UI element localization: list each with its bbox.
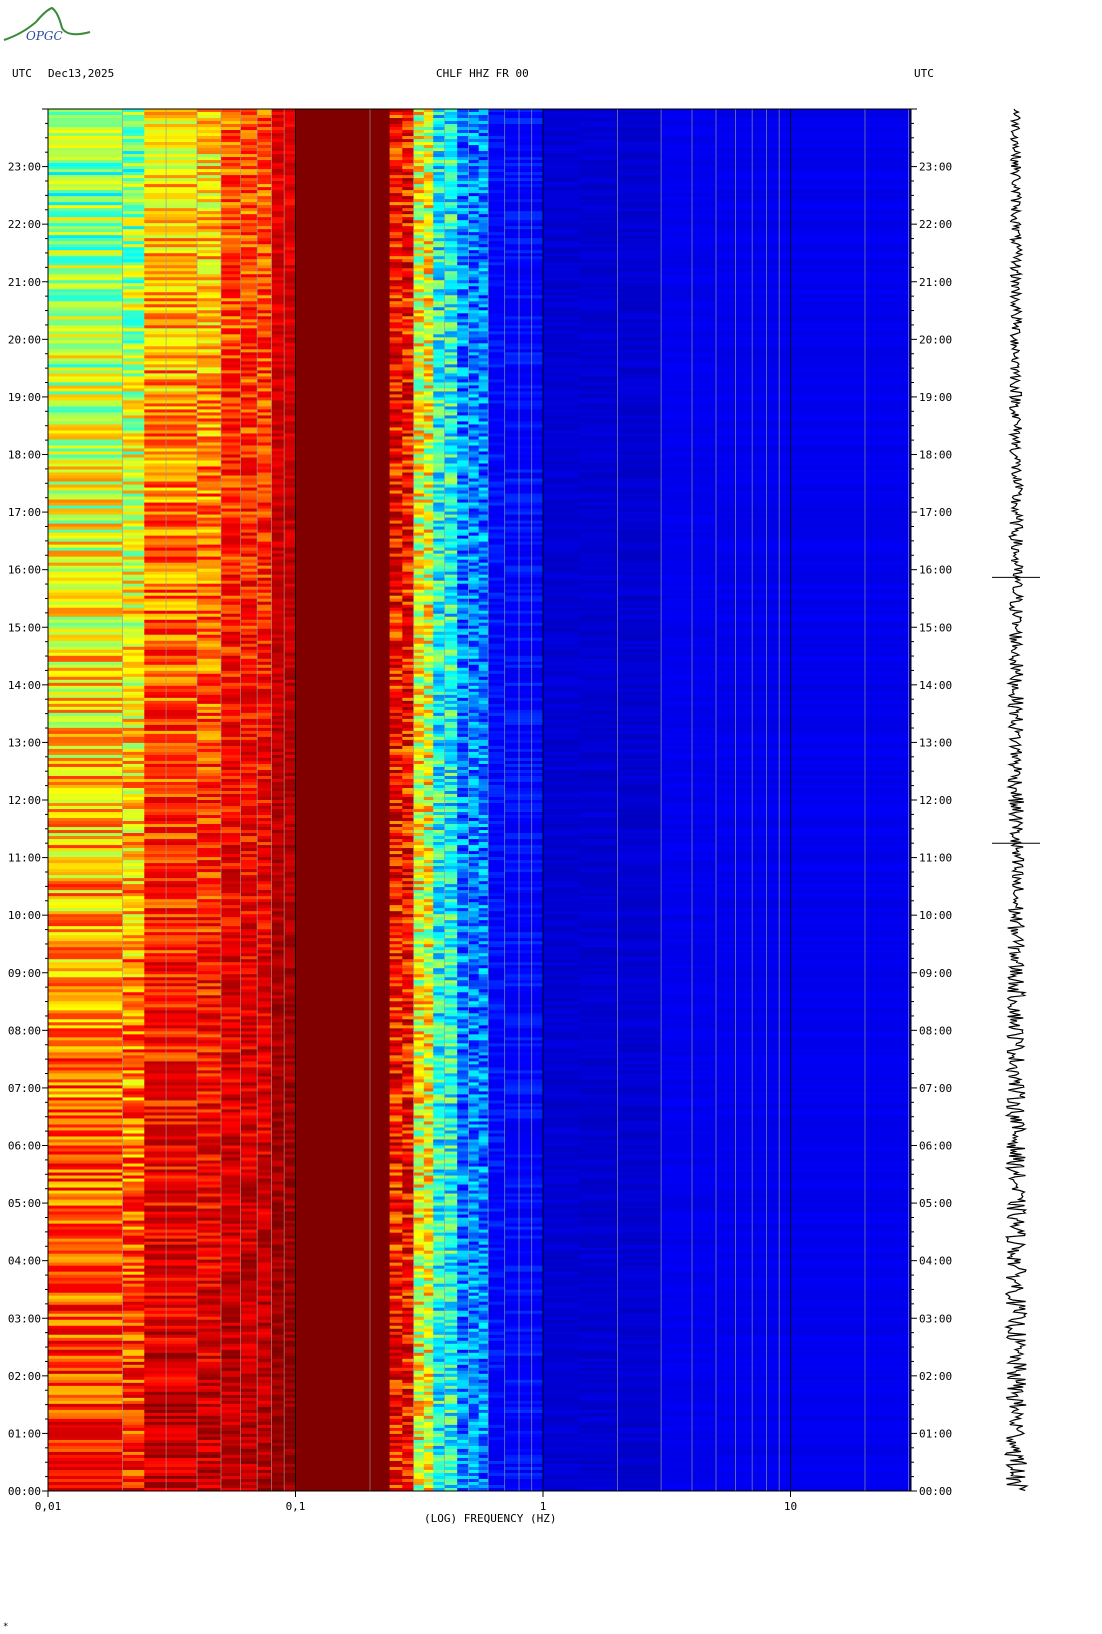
y-tick-label-left: 10:00 [8,909,41,922]
x-tick-label: 10 [784,1500,797,1513]
x-tick-label: 0,01 [35,1500,62,1513]
y-tick-label-right: 04:00 [919,1255,952,1268]
y-tick-label-left: 21:00 [8,276,41,289]
y-tick-label-right: 19:00 [919,391,952,404]
y-tick-label-left: 00:00 [8,1485,41,1498]
x-axis-label: (LOG) FREQUENCY (HZ) [424,1512,557,1525]
y-tick-label-right: 23:00 [919,161,952,174]
y-tick-label-left: 11:00 [8,852,41,865]
y-tick-label-left: 09:00 [8,967,41,980]
spectrogram-chart: 00:00 00:00 01:00 01:00 02:00 02:00 03:00 03:00… [8,108,1040,1513]
y-tick-label-right: 20:00 [919,333,952,346]
y-tick-label-right: 02:00 [919,1370,952,1383]
y-tick-label-right: 16:00 [919,564,952,577]
y-tick-label-left: 01:00 [8,1427,41,1440]
y-tick-label-right: 17:00 [919,506,952,519]
y-tick-label-left: 17:00 [8,506,41,519]
y-tick-label-right: 14:00 [919,679,952,692]
footer-mark: * [3,1622,9,1632]
x-axis: 0,01 0,1 1 10 [35,1491,797,1513]
y-tick-label-left: 16:00 [8,564,41,577]
y-tick-label-right: 01:00 [919,1427,952,1440]
y-tick-label-left: 22:00 [8,218,41,231]
y-tick-label-right: 07:00 [919,1082,952,1095]
y-tick-label-left: 15:00 [8,621,41,634]
spectrogram-cells [48,109,910,1492]
y-tick-label-left: 23:00 [8,161,41,174]
y-tick-label-left: 02:00 [8,1370,41,1383]
y-tick-label-left: 13:00 [8,736,41,749]
y-tick-label-right: 10:00 [919,909,952,922]
y-tick-label-left: 19:00 [8,391,41,404]
y-tick-label-right: 15:00 [919,621,952,634]
y-tick-label-left: 05:00 [8,1197,41,1210]
y-tick-label-left: 08:00 [8,1024,41,1037]
y-tick-label-right: 13:00 [919,736,952,749]
seismogram-trace [1003,108,1029,1492]
y-tick-label-left: 07:00 [8,1082,41,1095]
y-tick-label-left: 20:00 [8,333,41,346]
y-tick-label-left: 06:00 [8,1140,41,1153]
y-tick-label-right: 00:00 [919,1485,952,1498]
y-tick-label-right: 09:00 [919,967,952,980]
y-tick-label-left: 03:00 [8,1312,41,1325]
y-tick-label-right: 08:00 [919,1024,952,1037]
y-tick-label-left: 12:00 [8,794,41,807]
y-tick-label-right: 21:00 [919,276,952,289]
y-tick-label-right: 06:00 [919,1140,952,1153]
y-tick-label-left: 14:00 [8,679,41,692]
y-tick-label-right: 12:00 [919,794,952,807]
y-tick-label-right: 03:00 [919,1312,952,1325]
y-tick-label-right: 22:00 [919,218,952,231]
x-tick-label: 0,1 [286,1500,306,1513]
y-tick-label-left: 18:00 [8,449,41,462]
y-tick-label-right: 11:00 [919,852,952,865]
y-tick-label-right: 05:00 [919,1197,952,1210]
y-tick-label-left: 04:00 [8,1255,41,1268]
y-tick-label-right: 18:00 [919,449,952,462]
